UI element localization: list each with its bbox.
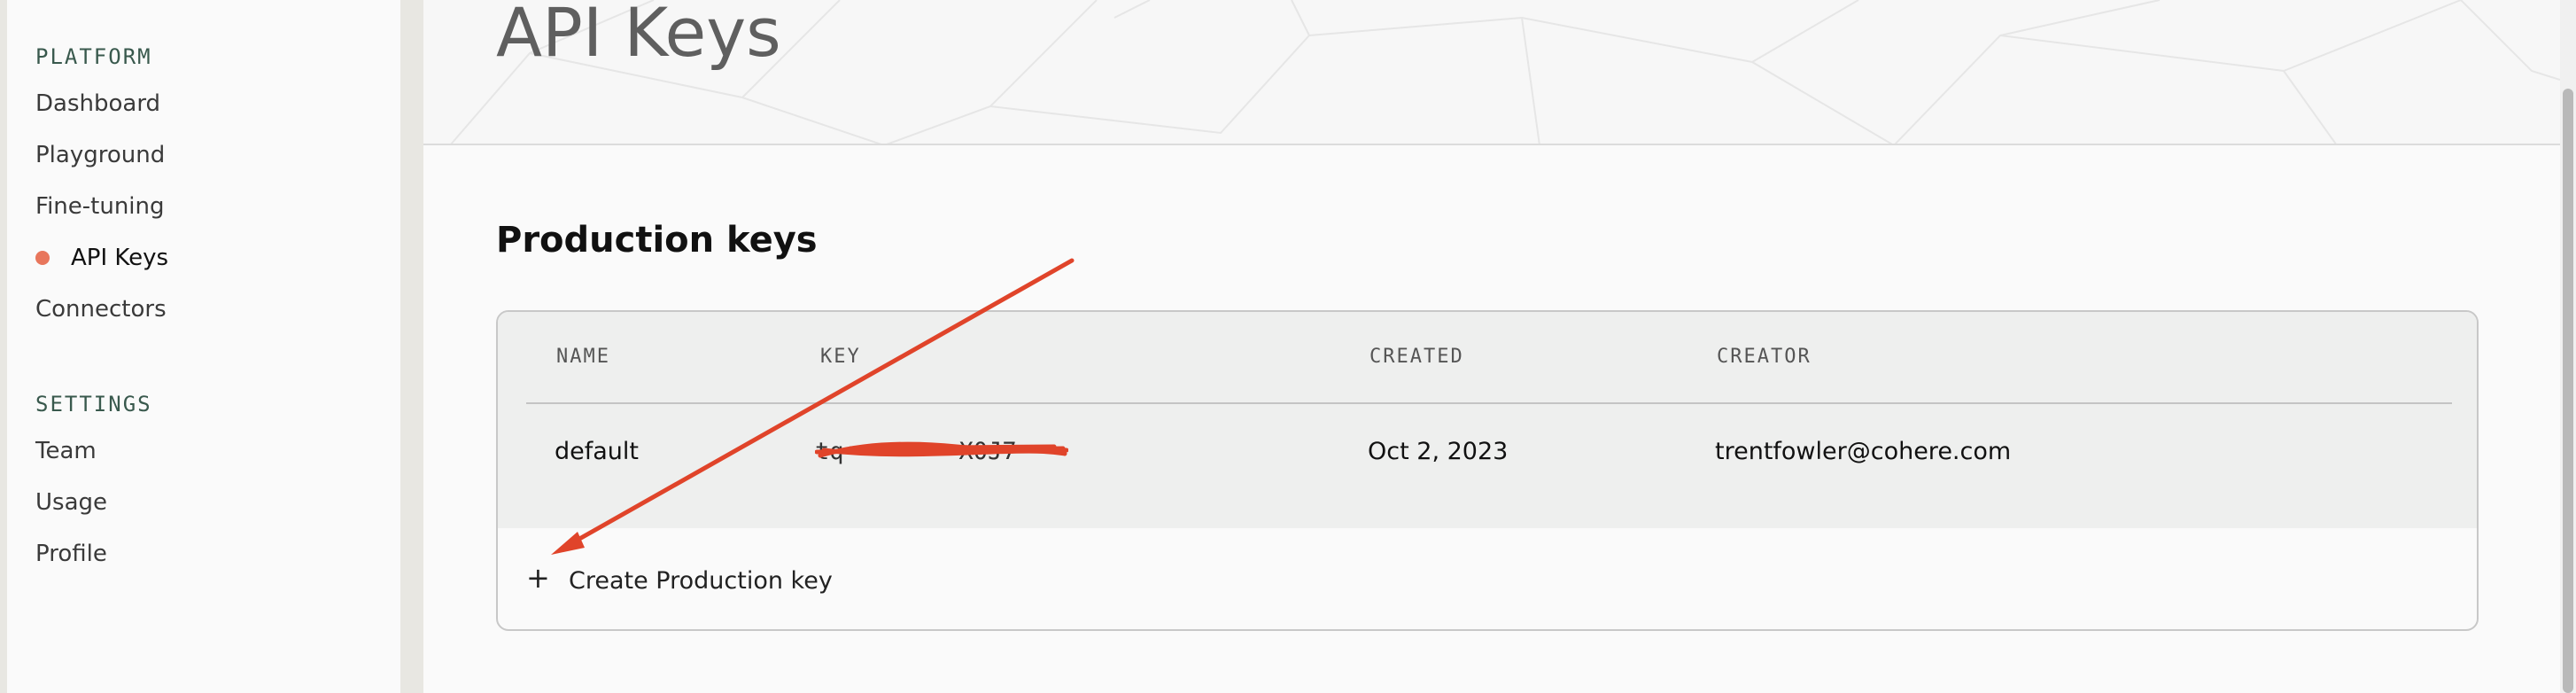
sidebar-item-fine-tuning[interactable]: Fine-tuning xyxy=(35,193,165,220)
sidebar-item-api-keys[interactable]: API Keys xyxy=(71,245,168,271)
key-name-cell: default xyxy=(555,438,640,465)
layout-gutter xyxy=(400,0,423,693)
key-value-cell[interactable]: tq X0J7 xyxy=(815,432,1068,471)
create-production-key-label: Create Production key xyxy=(569,567,833,595)
settings-section-title: SETTINGS xyxy=(35,392,152,417)
sidebar-item-playground[interactable]: Playground xyxy=(35,142,165,168)
main-content: API Keys Production keys NAME KEY CREATE… xyxy=(423,0,2560,693)
sidebar: PLATFORM Dashboard Playground Fine-tunin… xyxy=(7,0,400,693)
create-production-key-button[interactable]: + Create Production key xyxy=(498,528,2477,629)
key-creator-cell: trentfowler@cohere.com xyxy=(1715,438,2012,465)
section-heading-production-keys: Production keys xyxy=(496,220,818,261)
table-header-divider xyxy=(526,402,2452,404)
page-title: API Keys xyxy=(496,0,781,72)
platform-section-title: PLATFORM xyxy=(35,44,152,69)
active-dot-icon xyxy=(35,251,50,265)
column-header-key: KEY xyxy=(820,346,861,368)
sidebar-item-team[interactable]: Team xyxy=(35,438,97,464)
page-header-banner: API Keys xyxy=(423,0,2560,145)
sidebar-item-connectors[interactable]: Connectors xyxy=(35,296,167,323)
column-header-name: NAME xyxy=(556,346,610,368)
column-header-created: CREATED xyxy=(1369,346,1464,368)
scrollbar-thumb[interactable] xyxy=(2563,89,2573,693)
sidebar-item-usage[interactable]: Usage xyxy=(35,489,107,516)
key-created-cell: Oct 2, 2023 xyxy=(1368,438,1509,465)
production-keys-card: NAME KEY CREATED CREATOR default tq X0J7 xyxy=(496,310,2479,631)
vertical-scrollbar[interactable] xyxy=(2560,0,2576,693)
column-header-creator: CREATOR xyxy=(1717,346,1812,368)
redaction-scribble xyxy=(815,441,1068,458)
keys-table: NAME KEY CREATED CREATOR default tq X0J7 xyxy=(498,312,2477,528)
sidebar-item-profile[interactable]: Profile xyxy=(35,541,107,567)
plus-icon: + xyxy=(526,561,550,595)
sidebar-item-dashboard[interactable]: Dashboard xyxy=(35,90,160,117)
